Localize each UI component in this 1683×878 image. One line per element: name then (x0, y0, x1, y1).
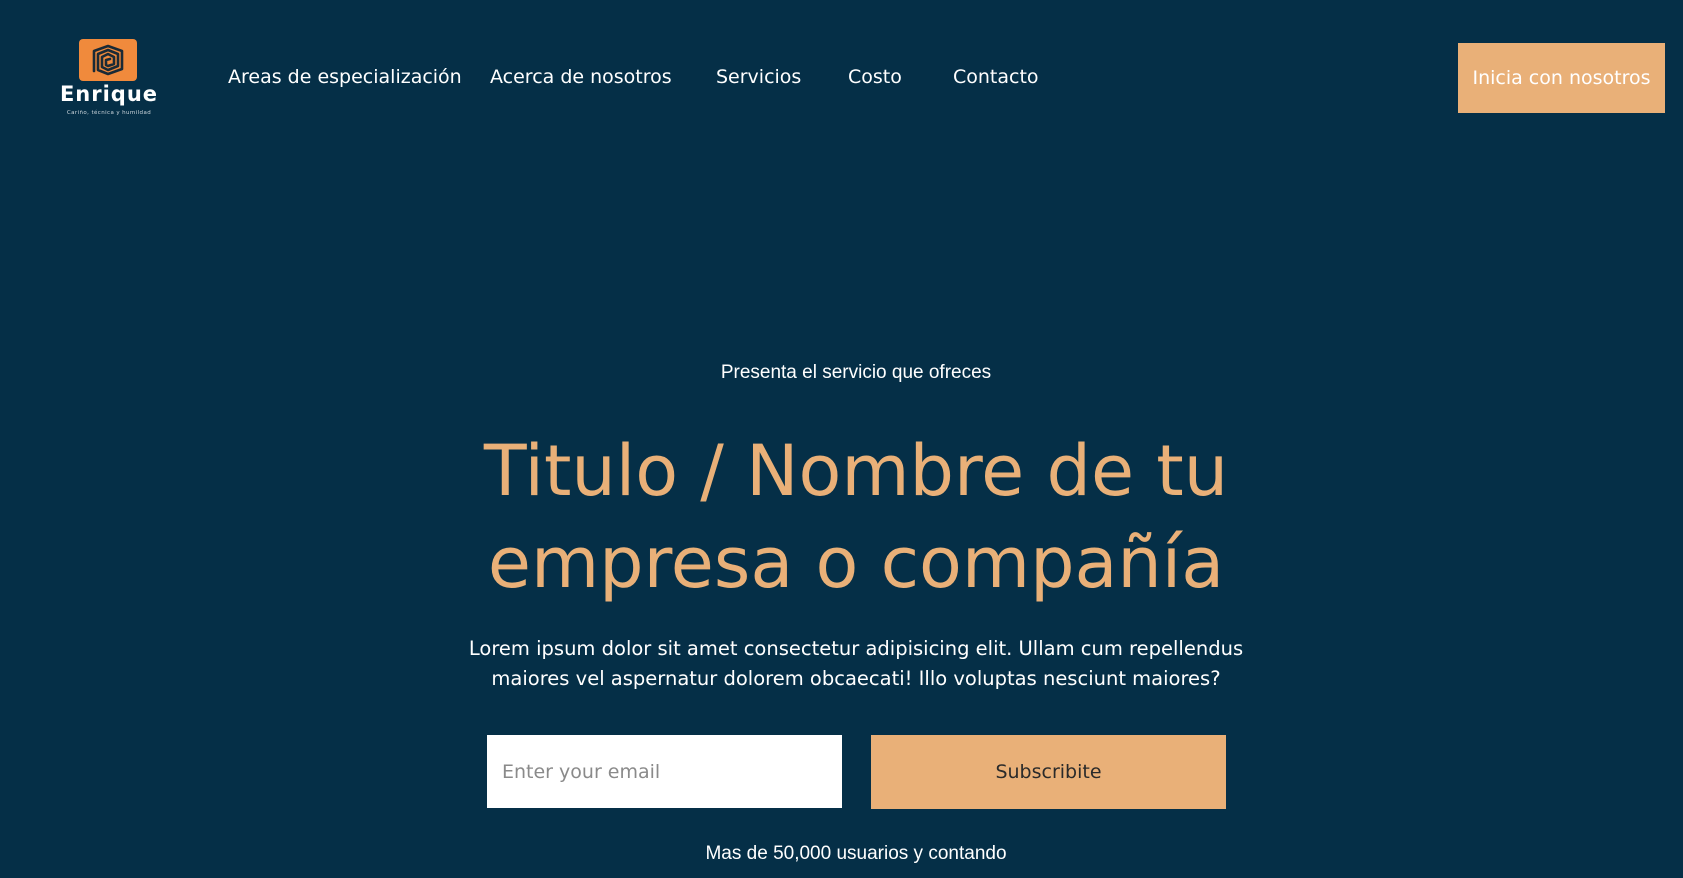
brand-name: Enrique (59, 82, 159, 106)
email-input[interactable] (487, 735, 842, 808)
top-navbar: Enrique Cariño, técnica y humildad Areas… (0, 0, 1683, 160)
get-started-button[interactable]: Inicia con nosotros (1458, 43, 1665, 113)
nav-link-contact[interactable]: Contacto (953, 66, 1039, 88)
hero-title: Titulo / Nombre de tu empresa o compañía (356, 425, 1356, 609)
spiral-square-logo-icon (79, 39, 137, 81)
subscribe-button[interactable]: Subscribite (871, 735, 1226, 809)
brand-logo[interactable]: Enrique Cariño, técnica y humildad (48, 36, 170, 122)
hero-description-line-2: maiores vel aspernatur dolorem obcaecati… (491, 667, 1221, 690)
brand-tagline: Cariño, técnica y humildad (66, 110, 152, 116)
users-count-note: Mas de 50,000 usuarios y contando (705, 843, 1007, 864)
nav-link-areas[interactable]: Areas de especialización (228, 66, 462, 88)
nav-link-pricing[interactable]: Costo (848, 66, 902, 88)
hero-title-line-1: Titulo / Nombre de tu (483, 430, 1229, 512)
hero-title-line-2: empresa o compañía (487, 522, 1225, 604)
hero-description: Lorem ipsum dolor sit amet consectetur a… (436, 634, 1276, 694)
hero-eyebrow: Presenta el servicio que ofreces (720, 362, 992, 383)
nav-link-about[interactable]: Acerca de nosotros (490, 66, 672, 88)
hero-description-line-1: Lorem ipsum dolor sit amet consectetur a… (468, 637, 1244, 660)
nav-link-services[interactable]: Servicios (716, 66, 801, 88)
